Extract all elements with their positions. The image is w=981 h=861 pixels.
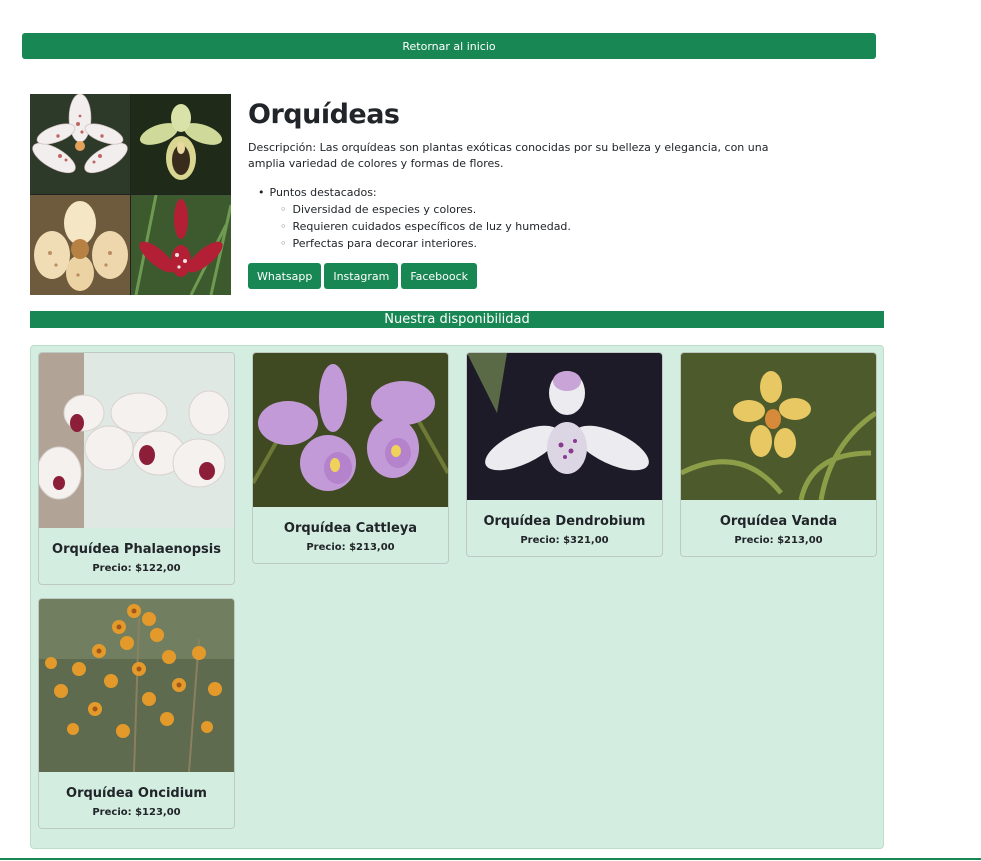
product-card[interactable]: Orquídea Phalaenopsis Precio: $122,00 bbox=[38, 352, 235, 585]
availability-banner: Nuestra disponibilidad bbox=[30, 311, 884, 328]
product-card[interactable]: Orquídea Vanda Precio: $213,00 bbox=[680, 352, 877, 557]
product-image-cattleya bbox=[253, 353, 448, 507]
orchid-collage-image bbox=[30, 94, 231, 295]
product-name: Orquídea Phalaenopsis bbox=[52, 542, 221, 557]
product-price: Precio: $321,00 bbox=[520, 535, 609, 546]
product-name: Orquídea Oncidium bbox=[66, 786, 207, 801]
collage-tile-cream-orchid bbox=[30, 195, 130, 295]
collage-tile-spotted-orchid bbox=[30, 94, 130, 194]
product-catalog: Orquídea Phalaenopsis Precio: $122,00 Or… bbox=[30, 345, 884, 849]
product-card[interactable]: Orquídea Dendrobium Precio: $321,00 bbox=[466, 352, 663, 557]
page-title: Orquídeas bbox=[248, 99, 400, 130]
product-name: Orquídea Dendrobium bbox=[483, 514, 646, 529]
product-card[interactable]: Orquídea Oncidium Precio: $123,00 bbox=[38, 598, 235, 829]
product-price: Precio: $213,00 bbox=[734, 535, 823, 546]
whatsapp-button[interactable]: Whatsapp bbox=[248, 263, 322, 289]
product-name: Orquídea Cattleya bbox=[283, 521, 418, 536]
home-button[interactable]: Retornar al inicio bbox=[22, 33, 876, 59]
description-text: Descripción: Las orquídeas son plantas e… bbox=[248, 141, 769, 170]
footer-divider bbox=[0, 858, 981, 860]
highlight-item: Requieren cuidados específicos de luz y … bbox=[258, 218, 571, 235]
product-card[interactable]: Orquídea Cattleya Precio: $213,00 bbox=[252, 352, 449, 564]
product-price: Precio: $122,00 bbox=[92, 563, 181, 574]
highlights-label: Puntos destacados: bbox=[258, 184, 571, 201]
product-image-phalaenopsis bbox=[39, 353, 234, 528]
highlight-item: Diversidad de especies y colores. bbox=[258, 201, 571, 218]
highlights-list: Puntos destacados: Diversidad de especie… bbox=[258, 184, 571, 252]
product-name: Orquídea Vanda bbox=[719, 514, 838, 529]
instagram-button[interactable]: Instagram bbox=[324, 263, 399, 289]
collage-tile-red-orchid bbox=[131, 195, 231, 295]
facebook-button[interactable]: Faceboock bbox=[401, 263, 478, 289]
product-image-dendrobium bbox=[467, 353, 662, 500]
product-price: Precio: $213,00 bbox=[306, 542, 395, 553]
product-image-oncidium bbox=[39, 599, 234, 772]
highlight-item: Perfectas para decorar interiores. bbox=[258, 235, 571, 252]
product-price: Precio: $123,00 bbox=[92, 807, 181, 818]
social-buttons: Whatsapp Instagram Faceboock bbox=[248, 263, 478, 289]
collage-tile-green-orchid bbox=[131, 94, 231, 194]
product-image-vanda bbox=[681, 353, 876, 500]
